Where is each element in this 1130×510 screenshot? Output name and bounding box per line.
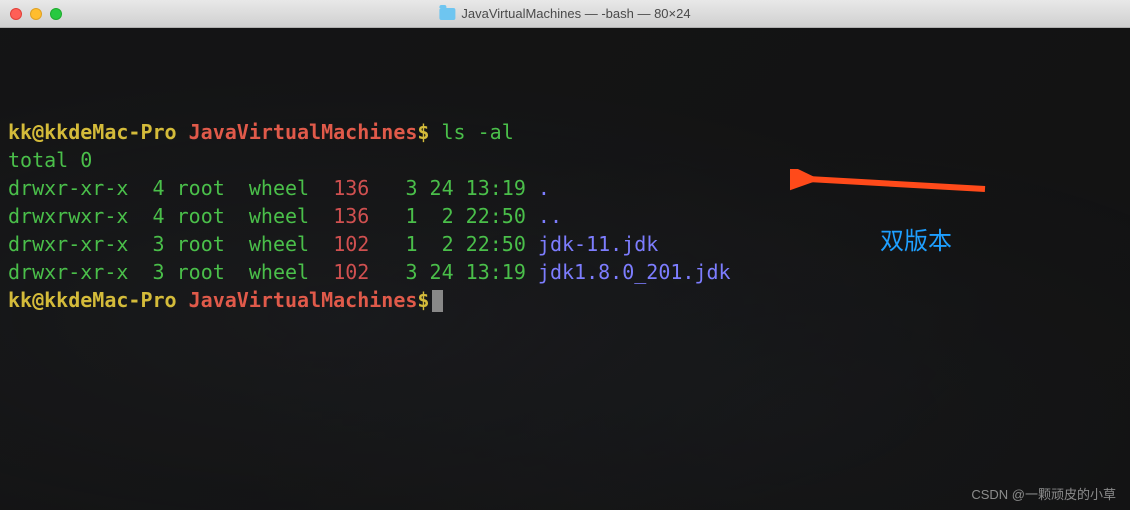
prompt-user: kk@kkdeMac-Pro — [8, 120, 177, 144]
watermark: CSDN @一颗顽皮的小草 — [971, 486, 1116, 504]
maximize-button[interactable] — [50, 8, 62, 20]
prompt-path: JavaVirtualMachines — [189, 288, 418, 312]
prompt-user: kk@kkdeMac-Pro — [8, 288, 177, 312]
folder-icon — [439, 8, 455, 20]
titlebar: JavaVirtualMachines — -bash — 80×24 — [0, 0, 1130, 28]
terminal-window: JavaVirtualMachines — -bash — 80×24 kk@k… — [0, 0, 1130, 510]
minimize-button[interactable] — [30, 8, 42, 20]
total-line: total 0 — [8, 148, 92, 172]
annotation-label: 双版本 — [880, 225, 952, 259]
dir-name: .. — [538, 204, 562, 228]
dir-name: jdk1.8.0_201.jdk — [538, 260, 731, 284]
prompt-path: JavaVirtualMachines — [189, 120, 418, 144]
command-text: ls -al — [442, 120, 514, 144]
annotation-arrow-icon — [790, 169, 990, 199]
dir-name: jdk-11.jdk — [538, 232, 658, 256]
window-title: JavaVirtualMachines — -bash — 80×24 — [439, 6, 690, 21]
traffic-lights — [0, 8, 62, 20]
prompt-symbol: $ — [417, 288, 429, 312]
close-button[interactable] — [10, 8, 22, 20]
perm: drwxr-xr-x — [8, 176, 128, 200]
dir-name: . — [538, 176, 550, 200]
prompt-symbol: $ — [417, 120, 429, 144]
title-text: JavaVirtualMachines — -bash — 80×24 — [461, 6, 690, 21]
terminal-content: kk@kkdeMac-Pro JavaVirtualMachines$ ls -… — [8, 118, 1122, 314]
terminal-body[interactable]: kk@kkdeMac-Pro JavaVirtualMachines$ ls -… — [0, 28, 1130, 510]
cursor — [432, 290, 443, 312]
